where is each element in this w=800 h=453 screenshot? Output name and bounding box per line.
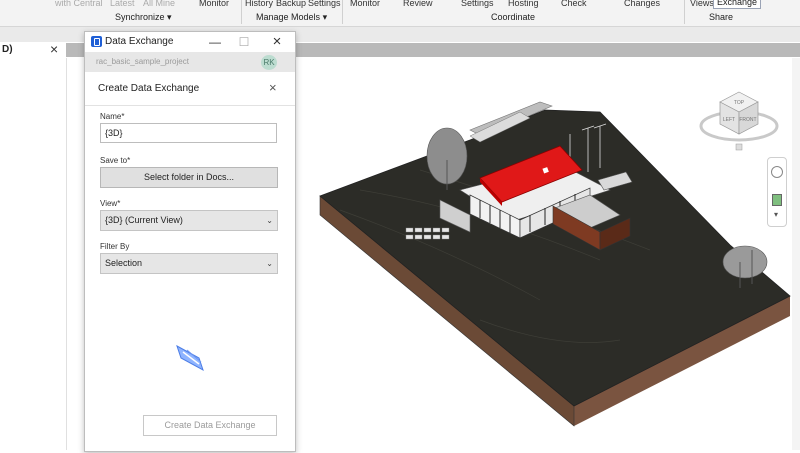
project-bar: rac_basic_sample_project RK	[85, 52, 295, 72]
panel-manage-models[interactable]: Manage Models ▾	[256, 12, 327, 22]
name-input[interactable]: {3D}	[100, 123, 277, 143]
create-data-exchange-button[interactable]: Create Data Exchange	[143, 415, 277, 436]
dialog-header: Create Data Exchange ×	[85, 72, 295, 106]
left-panel	[0, 58, 67, 450]
ribbon-label-history[interactable]: History	[245, 0, 273, 8]
dropdown-arrow-icon: ▾	[167, 12, 172, 22]
dialog-title: Create Data Exchange	[98, 83, 200, 94]
ribbon-label-monitor-2[interactable]: Monitor	[350, 0, 380, 8]
panel-synchronize-label: Synchronize	[115, 12, 165, 22]
view-tab-3d[interactable]: D) ×	[0, 41, 66, 59]
view-tab-label: D)	[2, 44, 13, 55]
steering-wheel-icon[interactable]	[771, 166, 783, 178]
viewcube[interactable]: TOP LEFT FRONT	[698, 88, 780, 156]
chevron-down-icon: ⌄	[266, 259, 273, 268]
window-title: Data Exchange	[105, 36, 174, 47]
ribbon-label-with-central[interactable]: with Central	[55, 0, 103, 8]
ribbon-separator	[684, 0, 685, 24]
ribbon-label-latest[interactable]: Latest	[110, 0, 135, 8]
ribbon-label-views[interactable]: Views	[690, 0, 714, 8]
filter-by-label: Filter By	[100, 242, 130, 251]
minimize-icon[interactable]: —	[205, 34, 225, 50]
panel-coordinate: Coordinate	[491, 12, 536, 22]
ribbon-label-review[interactable]: Review	[403, 0, 433, 8]
ribbon-label-monitor[interactable]: Monitor	[199, 0, 229, 8]
viewcube-front-label: FRONT	[739, 117, 756, 123]
maximize-icon[interactable]: ☐	[234, 34, 254, 50]
ribbon-separator	[241, 0, 242, 24]
panel-share: Share	[709, 12, 734, 22]
zoom-icon[interactable]	[772, 194, 782, 206]
window-titlebar[interactable]: Data Exchange — ☐ ×	[85, 32, 295, 52]
ribbon-label-all-mine[interactable]: All Mine	[143, 0, 175, 8]
view-select-value: {3D} (Current View)	[105, 215, 183, 225]
data-exchange-window: Data Exchange — ☐ × rac_basic_sample_pro…	[84, 31, 296, 452]
chevron-down-icon[interactable]: ▾	[774, 210, 778, 219]
window-close-icon[interactable]: ×	[267, 34, 287, 50]
ribbon-exchange-button[interactable]: Exchange	[713, 0, 761, 9]
project-name: rac_basic_sample_project	[96, 57, 189, 66]
viewcube-left-label: LEFT	[723, 117, 735, 123]
user-avatar[interactable]: RK	[261, 55, 277, 70]
ribbon-label-backup[interactable]: Backup	[276, 0, 306, 8]
data-exchange-app-icon	[91, 36, 102, 47]
vertical-scrollbar[interactable]	[792, 58, 800, 450]
view-select[interactable]: {3D} (Current View) ⌄	[100, 210, 278, 231]
panel-manage-models-label: Manage Models	[256, 12, 321, 22]
select-folder-button[interactable]: Select folder in Docs...	[100, 167, 278, 188]
viewcube-top-label: TOP	[734, 100, 745, 106]
panel-synchronize[interactable]: Synchronize ▾	[115, 12, 172, 22]
name-label: Name*	[100, 112, 125, 121]
close-icon[interactable]: ×	[50, 41, 58, 57]
ribbon-label-changes[interactable]: Changes	[624, 0, 660, 8]
navigation-bar[interactable]: ▾	[767, 157, 787, 227]
chevron-down-icon: ⌄	[266, 216, 273, 225]
ribbon: with Central Latest All Mine Monitor His…	[0, 0, 800, 27]
ribbon-separator	[342, 0, 343, 24]
filter-by-select[interactable]: Selection ⌄	[100, 253, 278, 274]
filter-by-select-value: Selection	[105, 258, 143, 268]
ribbon-label-hosting[interactable]: Hosting	[508, 0, 539, 8]
loading-spinner-icon	[173, 338, 207, 372]
ribbon-label-settings-2[interactable]: Settings	[461, 0, 494, 8]
view-label: View*	[100, 199, 121, 208]
dropdown-arrow-icon: ▾	[322, 12, 328, 22]
ribbon-label-settings[interactable]: Settings	[308, 0, 341, 8]
save-to-label: Save to*	[100, 156, 131, 165]
ribbon-label-check[interactable]: Check	[561, 0, 587, 8]
dialog-close-icon[interactable]: ×	[269, 80, 277, 95]
